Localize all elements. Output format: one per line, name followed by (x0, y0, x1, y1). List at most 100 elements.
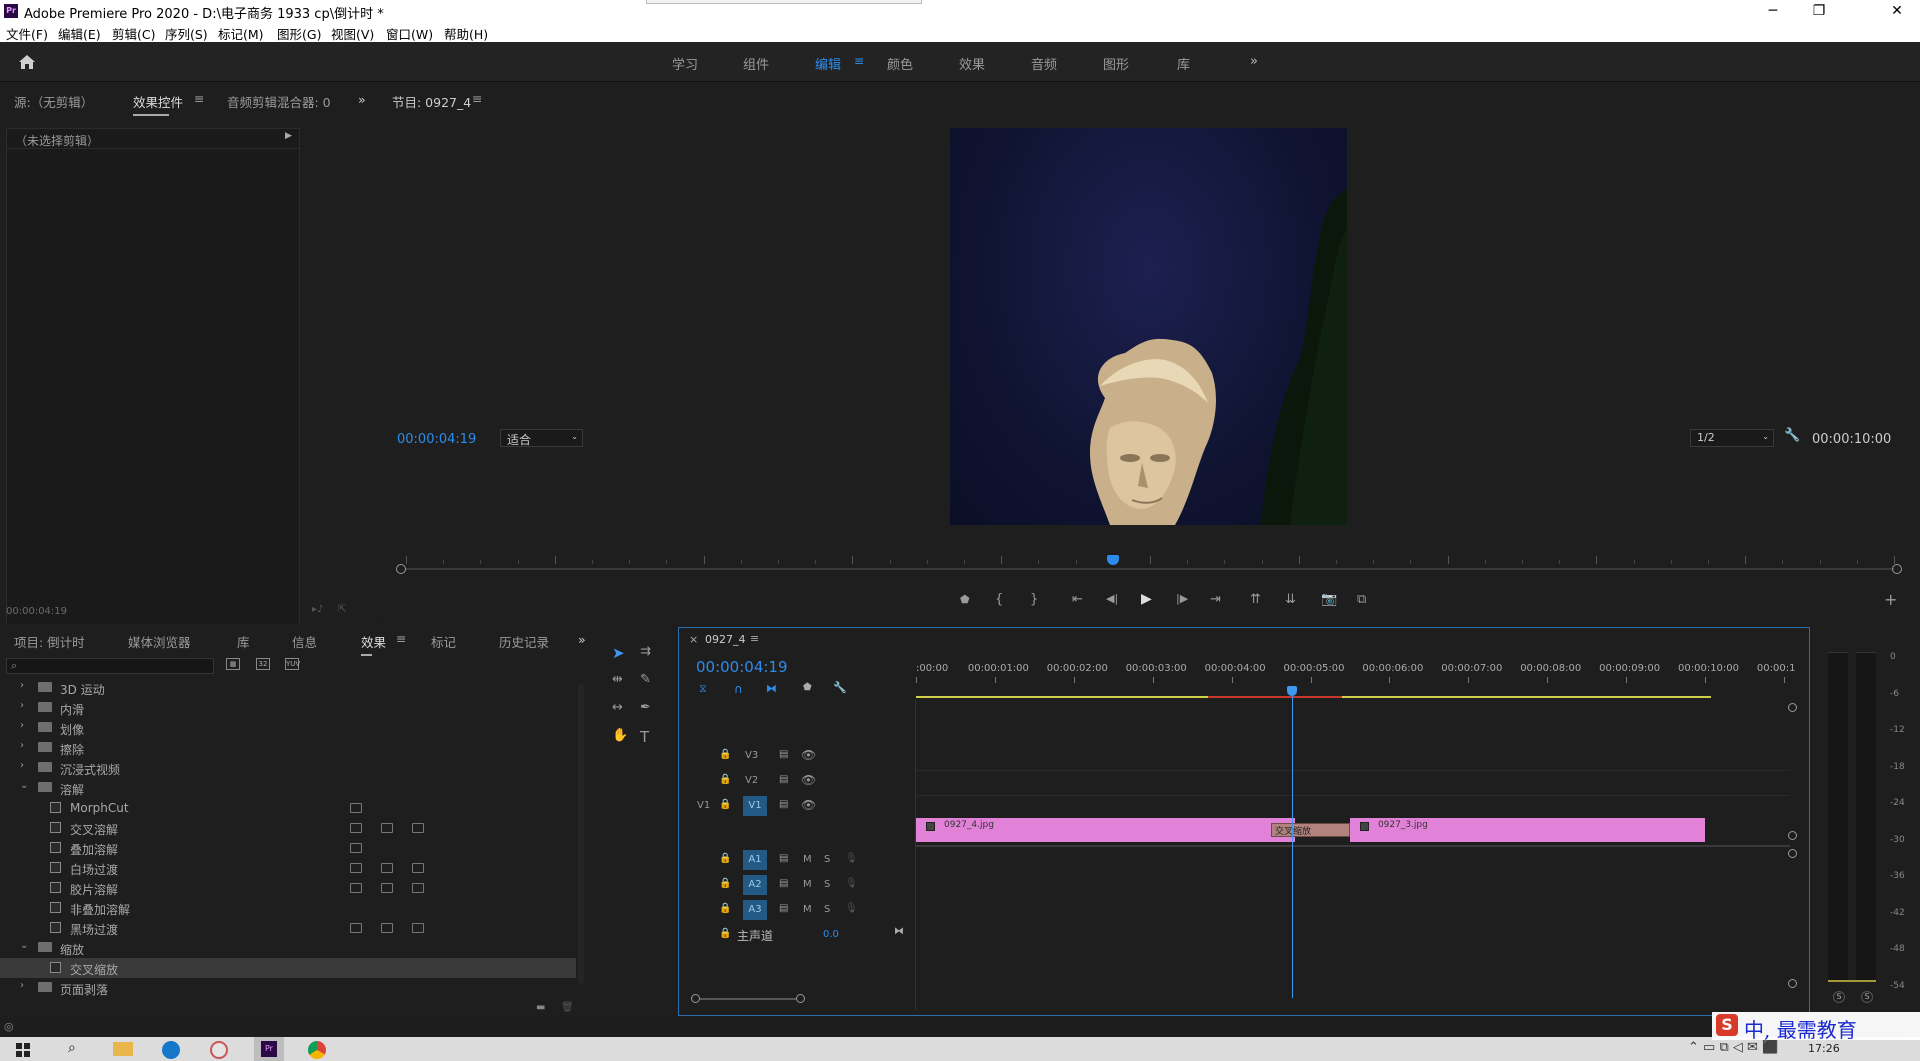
clock[interactable]: 17:26 (1808, 1042, 1840, 1055)
wrench-icon[interactable]: 🔧 (1784, 428, 1800, 443)
comparison-view-icon[interactable]: ⧉ (1357, 592, 1366, 607)
chevron-right-icon[interactable]: › (20, 740, 24, 751)
workspace-menu-icon[interactable]: ≡ (854, 54, 864, 68)
scrub-end-handle[interactable] (1892, 564, 1902, 574)
windows-start-icon[interactable] (16, 1043, 30, 1057)
sync-lock-icon[interactable]: ▤ (779, 878, 788, 889)
solo-button[interactable]: S (824, 854, 830, 865)
track-target-a1[interactable]: A1 (743, 850, 767, 870)
program-menu-icon[interactable]: ≡ (472, 91, 482, 106)
mute-button[interactable]: M (803, 854, 812, 865)
program-current-timecode[interactable]: 00:00:04:19 (397, 432, 476, 447)
ripple-edit-tool-icon[interactable]: ⇹ (612, 672, 623, 687)
tab-info[interactable]: 信息 (292, 632, 317, 651)
yuv-effects-icon[interactable]: YUV (285, 658, 300, 670)
workspace-tab-editing[interactable]: 编辑 (815, 54, 841, 73)
file-explorer-icon[interactable] (113, 1042, 133, 1056)
workspace-tab-audio[interactable]: 音频 (1031, 54, 1057, 73)
lock-icon[interactable]: 🔒 (719, 774, 731, 785)
minimize-button[interactable]: ─ (1750, 0, 1796, 22)
eye-icon[interactable]: 👁 (801, 773, 816, 787)
audio-scroll-bottom-handle[interactable] (1788, 979, 1797, 988)
video-clip[interactable]: 0927_3.jpg (1349, 818, 1705, 842)
search-icon[interactable]: ⌕ (68, 1040, 76, 1056)
sync-lock-icon[interactable]: ▤ (779, 903, 788, 914)
add-button-icon[interactable]: + (1884, 590, 1897, 609)
effects-overflow-icon[interactable]: » (578, 632, 586, 647)
timeline-playhead[interactable] (1291, 687, 1293, 998)
tab-audio-clip-mixer[interactable]: 音频剪辑混合器: 0 (227, 92, 331, 111)
effect-folder[interactable]: ⌄ 缩放 (0, 938, 576, 958)
zoom-bar[interactable] (700, 998, 796, 1000)
track-target-v3[interactable]: V3 (745, 750, 758, 761)
razor-tool-icon[interactable]: ✎ (640, 672, 651, 687)
track-target-v2[interactable]: V2 (745, 775, 758, 786)
video-scroll-top-handle[interactable] (1788, 703, 1797, 712)
track-target-v1[interactable]: V1 (743, 796, 767, 816)
effect-item[interactable]: 胶片溶解 (0, 878, 576, 898)
master-volume-value[interactable]: 0.0 (823, 929, 839, 940)
chevron-down-icon[interactable]: ⌄ (20, 780, 28, 791)
timeline-playhead-head[interactable] (1286, 686, 1297, 696)
mic-icon[interactable]: 🎙 (845, 878, 858, 889)
menu-clip[interactable]: 剪辑(C) (112, 24, 155, 43)
menu-help[interactable]: 帮助(H) (444, 24, 488, 43)
video-scroll-bottom-handle[interactable] (1788, 831, 1797, 840)
app-icon[interactable] (210, 1041, 228, 1059)
effects-menu-icon[interactable]: ≡ (396, 631, 406, 646)
menu-graphics[interactable]: 图形(G) (277, 24, 321, 43)
master-go-to-icon[interactable]: ⧓ (894, 926, 904, 937)
mark-in-icon[interactable]: { (995, 592, 1003, 607)
track-target-a2[interactable]: A2 (743, 875, 767, 895)
tab-effect-controls[interactable]: 效果控件 (133, 92, 183, 116)
effect-item[interactable]: 白场过渡 (0, 858, 576, 878)
new-bin-icon[interactable]: ▬ (536, 1002, 545, 1013)
go-to-in-icon[interactable]: ⇤ (1072, 592, 1083, 607)
premiere-taskbar-button[interactable]: Pr (254, 1037, 284, 1061)
solo-left-button[interactable]: S (1833, 991, 1845, 1003)
panel-overflow-icon[interactable]: » (358, 92, 366, 107)
scrub-start-handle[interactable] (396, 564, 406, 574)
close-button[interactable]: ✕ (1874, 0, 1920, 22)
workspace-tab-libraries[interactable]: 库 (1177, 54, 1190, 73)
menu-window[interactable]: 窗口(W) (386, 24, 433, 43)
fit-dropdown[interactable]: 适合 ⌄ (500, 429, 583, 447)
time-ruler[interactable]: :00:00 00:00:01:00 00:00:02:00 00:00:03:00 0… (916, 663, 1795, 687)
effects-scrollbar[interactable] (578, 684, 584, 984)
tab-libraries[interactable]: 库 (237, 632, 250, 651)
tab-markers[interactable]: 标记 (431, 632, 456, 651)
chevron-right-icon[interactable]: › (20, 980, 24, 991)
step-forward-icon[interactable]: |▶ (1176, 592, 1188, 605)
chevron-down-icon[interactable]: ⌄ (20, 940, 28, 951)
source-patch-v1[interactable]: V1 (697, 800, 710, 811)
chevron-right-icon[interactable]: › (20, 700, 24, 711)
edge-icon[interactable] (162, 1041, 180, 1059)
transition-clip[interactable]: 交叉缩放 (1271, 823, 1350, 837)
effect-folder[interactable]: › 3D 运动 (0, 678, 576, 698)
workspace-tab-learn[interactable]: 学习 (672, 54, 698, 73)
tab-effects[interactable]: 效果 (361, 632, 386, 656)
effect-folder[interactable]: › 内滑 (0, 698, 576, 718)
hand-tool-icon[interactable]: ✋ (612, 728, 628, 743)
track-select-tool-icon[interactable]: ⇉ (640, 644, 651, 659)
lock-icon[interactable]: 🔒 (719, 903, 731, 914)
sync-lock-icon[interactable]: ▤ (779, 799, 788, 810)
restore-button[interactable]: ❐ (1796, 0, 1842, 22)
effect-item[interactable]: 非叠加溶解 (0, 898, 576, 918)
effect-item[interactable]: 叠加溶解 (0, 838, 576, 858)
effect-folder[interactable]: ⌄ 溶解 (0, 778, 576, 798)
effect-folder[interactable]: › 擦除 (0, 738, 576, 758)
sync-lock-icon[interactable]: ▤ (779, 749, 788, 760)
menu-sequence[interactable]: 序列(S) (165, 24, 208, 43)
filter-icon[interactable]: ▸♪ (312, 604, 323, 615)
lock-icon[interactable]: 🔒 (719, 878, 731, 889)
effect-folder[interactable]: › 页面剥落 (0, 978, 576, 998)
mute-button[interactable]: M (803, 879, 812, 890)
panel-menu-icon[interactable]: ≡ (194, 91, 204, 106)
chrome-icon[interactable] (308, 1041, 326, 1059)
effect-folder[interactable]: › 沉浸式视频 (0, 758, 576, 778)
chevron-right-icon[interactable]: › (20, 680, 24, 691)
master-lock-icon[interactable]: 🔒 (719, 928, 731, 939)
add-marker-icon[interactable]: ⬟ (960, 593, 970, 606)
accelerated-effects-icon[interactable]: ▦ (226, 658, 240, 670)
